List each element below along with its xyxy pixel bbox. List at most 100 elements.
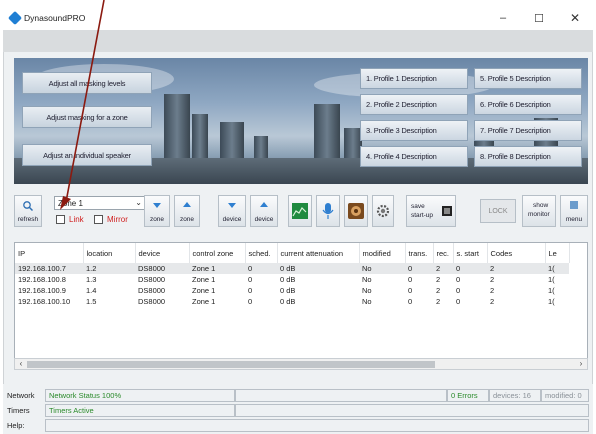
status-area: Network Network Status 100% 0 Errors dev… [3, 384, 593, 434]
table-row[interactable]: 192.168.100.7 1.2 DS8000 Zone 1 0 0 dB N… [15, 263, 569, 274]
profile-6-button[interactable]: 6. Profile 6 Description [474, 94, 582, 115]
microphone-button[interactable] [316, 195, 340, 227]
adjust-all-masking-button[interactable]: Adjust all masking levels [22, 72, 152, 94]
device-down-label: device [222, 216, 242, 223]
col-control-zone[interactable]: control zone [189, 243, 246, 263]
col-rec[interactable]: rec. [433, 243, 454, 263]
cell: 2 [436, 275, 441, 284]
col-ip[interactable]: IP [15, 243, 84, 263]
network-status: Network Status 100% [45, 388, 235, 402]
cell: 1.5 [86, 297, 97, 306]
save-startup-label-1: save [411, 203, 425, 210]
cell: 0 [456, 275, 461, 284]
refresh-button[interactable]: refresh [14, 195, 42, 227]
cell: No [362, 275, 372, 284]
cell: 2 [436, 286, 441, 295]
devices-count: devices: 16 [489, 388, 541, 402]
profile-7-button[interactable]: 7. Profile 7 Description [474, 120, 582, 141]
cell: DS8000 [135, 263, 189, 274]
horizontal-scrollbar[interactable]: ‹ › [14, 358, 588, 370]
col-device[interactable]: device [135, 243, 190, 263]
cell: 0 [248, 286, 253, 295]
spectrum-button[interactable] [288, 195, 312, 227]
link-label: Link [69, 215, 84, 224]
profile-8-button[interactable]: 8. Profile 8 Description [474, 146, 582, 167]
scroll-right-icon[interactable]: › [575, 359, 587, 369]
col-location[interactable]: location [83, 243, 136, 263]
mirror-label: Mirror [107, 215, 128, 224]
chip-icon [442, 206, 452, 216]
network-label: Network [7, 390, 35, 400]
table-row[interactable]: 192.168.100.9 1.4 DS8000 Zone 1 0 0 dB N… [15, 285, 569, 296]
minimize-button[interactable]: – [485, 6, 521, 30]
arrow-down-icon [153, 203, 161, 208]
col-current-attenuation[interactable]: current attenuation [277, 243, 360, 263]
cell: Zone 1 [192, 286, 216, 295]
device-up-button[interactable]: device [250, 195, 278, 227]
cell: 2 [433, 263, 453, 274]
cell: DS8000 [138, 286, 166, 295]
col-sched[interactable]: sched. [245, 243, 278, 263]
cell: 2 [487, 263, 545, 274]
save-startup-label-2: start-up [411, 212, 434, 219]
device-table: IP location device control zone sched. c… [14, 242, 588, 370]
cell: 192.168.100.7 [15, 263, 83, 274]
menu-band [3, 30, 593, 52]
title-bar: DynasoundPRO – ☐ ✕ [3, 6, 593, 30]
cell: 0 [408, 275, 413, 284]
cell: 192.168.100.10 [18, 297, 71, 306]
maximize-button[interactable]: ☐ [521, 6, 557, 30]
zone-down-button[interactable]: zone [144, 195, 170, 227]
lock-button[interactable]: LOCK [480, 199, 516, 223]
profile-3-button[interactable]: 3. Profile 3 Description [360, 120, 468, 141]
magnifier-icon [23, 201, 34, 212]
settings-button[interactable] [372, 195, 394, 227]
cell: 192.168.100.8 [18, 275, 66, 284]
adjust-zone-masking-button[interactable]: Adjust masking for a zone [22, 106, 152, 128]
profile-5-button[interactable]: 5. Profile 5 Description [474, 68, 582, 89]
col-codes[interactable]: Codes [487, 243, 546, 263]
city-banner: Adjust all masking levels Adjust masking… [14, 58, 588, 184]
col-trans[interactable]: trans. [405, 243, 434, 263]
status-spacer [235, 388, 447, 402]
cell: 192.168.100.9 [18, 286, 66, 295]
gear-icon [376, 204, 390, 218]
profile-4-button[interactable]: 4. Profile 4 Description [360, 146, 468, 167]
cell: 0 [245, 263, 277, 274]
adjust-speaker-button[interactable]: Adjust an individual speaker [22, 144, 152, 166]
scroll-left-icon[interactable]: ‹ [15, 359, 27, 369]
microphone-icon [322, 203, 334, 219]
refresh-label: refresh [17, 216, 39, 223]
mirror-checkbox[interactable] [94, 215, 103, 224]
cell: 1.4 [86, 286, 97, 295]
profile-1-button[interactable]: 1. Profile 1 Description [360, 68, 468, 89]
menu-button[interactable]: menu [560, 195, 588, 227]
cell: 0 dB [280, 286, 296, 295]
col-level[interactable]: Le [545, 243, 570, 263]
cell: 2 [490, 297, 495, 306]
cell: 0 [248, 297, 253, 306]
save-startup-button[interactable]: save start-up [406, 195, 456, 227]
cell: No [359, 263, 405, 274]
cell: 2 [490, 286, 495, 295]
col-modified[interactable]: modified [359, 243, 406, 263]
device-down-button[interactable]: device [218, 195, 246, 227]
scrollbar-thumb[interactable] [27, 361, 435, 368]
cell: Zone 1 [189, 263, 245, 274]
cell: No [362, 297, 372, 306]
table-row[interactable]: 192.168.100.8 1.3 DS8000 Zone 1 0 0 dB N… [15, 274, 569, 285]
link-checkbox[interactable] [56, 215, 65, 224]
table-row[interactable]: 192.168.100.10 1.5 DS8000 Zone 1 0 0 dB … [15, 296, 569, 307]
speaker-button[interactable] [344, 195, 368, 227]
zone-up-label: zone [179, 216, 195, 223]
col-s-start[interactable]: s. start [453, 243, 488, 263]
cell: 0 [408, 297, 413, 306]
zone-up-button[interactable]: zone [174, 195, 200, 227]
cell: 2 [490, 275, 495, 284]
profile-2-button[interactable]: 2. Profile 2 Description [360, 94, 468, 115]
cell: 0 dB [280, 275, 296, 284]
cell: 0 [453, 263, 487, 274]
show-monitor-button[interactable]: show monitor [522, 195, 556, 227]
zone-select[interactable]: Zone 1 ⌄ [54, 196, 146, 210]
close-button[interactable]: ✕ [557, 6, 593, 30]
